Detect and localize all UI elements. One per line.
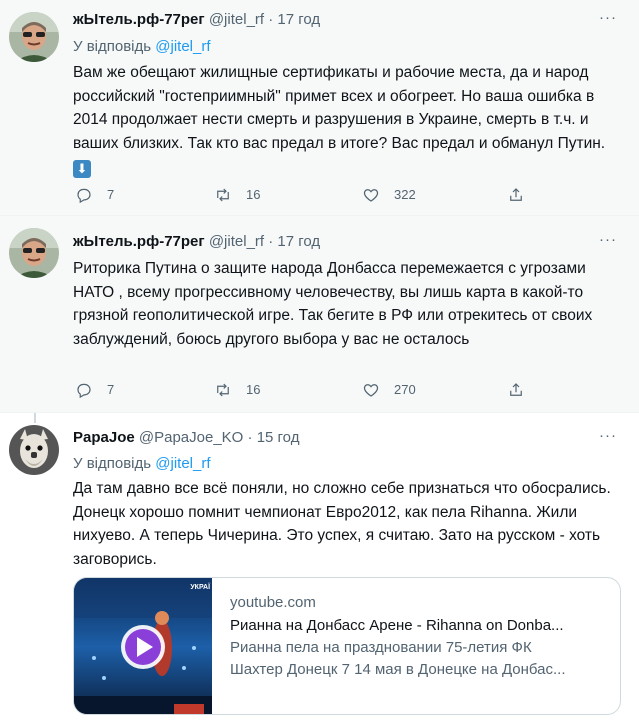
separator-dot: ·	[268, 233, 274, 250]
reply-button[interactable]: 7	[75, 185, 114, 205]
thread-connector-line	[34, 413, 36, 423]
reply-button[interactable]: 7	[75, 380, 114, 400]
reply-label: У відповідь	[73, 455, 152, 472]
card-description-line-2: Шахтер Донецк 7 14 мая в Донецке на Донб…	[230, 661, 566, 678]
share-icon	[510, 188, 522, 201]
reply-icon	[77, 188, 91, 204]
user-handle[interactable]: @PapaJoe_KO	[139, 429, 243, 446]
share-button[interactable]	[507, 380, 525, 400]
retweet-button[interactable]: 16	[214, 380, 260, 400]
tweet-actions: 7 16 270	[73, 380, 621, 400]
retweet-count: 16	[246, 187, 261, 202]
tweet-text: Да там давно все всё поняли, но сложно с…	[73, 480, 611, 568]
avatar[interactable]	[9, 12, 59, 62]
tweet-header: жЫтель.рф-77рег @jitel_rf · 17 год	[73, 232, 320, 252]
reply-context: У відповідь @jitel_rf	[73, 37, 211, 57]
user-handle[interactable]: @jitel_rf	[209, 11, 264, 28]
share-button[interactable]	[507, 185, 525, 205]
tweet-3[interactable]: PapaJoe @PapaJoe_KO · 15 год ··· У відпо…	[0, 413, 639, 725]
more-options-button[interactable]: ···	[599, 426, 617, 446]
video-thumbnail[interactable]: УКРАЇ	[74, 578, 212, 714]
avatar[interactable]	[9, 228, 59, 278]
reply-context: У відповідь @jitel_rf	[73, 454, 211, 474]
like-button[interactable]: 270	[362, 380, 416, 400]
tweet-header: PapaJoe @PapaJoe_KO · 15 год	[73, 428, 299, 448]
display-name[interactable]: жЫтель.рф-77рег	[73, 11, 205, 28]
card-title[interactable]: Рианна на Донбасс Арене - Rihanna on Don…	[230, 614, 612, 637]
reply-handle-link[interactable]: @jitel_rf	[155, 455, 210, 472]
reply-label: У відповідь	[73, 38, 152, 55]
link-preview-card[interactable]: УКРАЇ youtube.com Рианна на Донбасс Арен…	[73, 577, 621, 715]
timestamp[interactable]: 17 год	[277, 11, 320, 28]
tweet-text: Вам же обещают жилищные сертификаты и ра…	[73, 61, 621, 179]
heart-icon	[363, 384, 379, 397]
reply-icon	[77, 383, 91, 399]
tweet-text-content: Вам же обещают жилищные сертификаты и ра…	[73, 64, 606, 152]
card-domain: youtube.com	[230, 594, 316, 611]
card-description: Рианна пела на праздновании 75-летия ФК …	[230, 637, 612, 681]
like-button[interactable]: 322	[362, 185, 416, 205]
more-options-button[interactable]: ···	[599, 8, 617, 28]
tweet-1[interactable]: жЫтель.рф-77рег @jitel_rf · 17 год ··· У…	[0, 0, 639, 216]
timestamp[interactable]: 15 год	[257, 429, 300, 446]
reply-handle-link[interactable]: @jitel_rf	[155, 38, 210, 55]
avatar[interactable]	[9, 425, 59, 475]
timestamp[interactable]: 17 год	[277, 233, 320, 250]
down-arrow-emoji-icon: ⬇	[73, 160, 91, 178]
display-name[interactable]: жЫтель.рф-77рег	[73, 233, 205, 250]
more-options-button[interactable]: ···	[599, 230, 617, 250]
like-count: 270	[394, 382, 416, 397]
retweet-button[interactable]: 16	[214, 185, 260, 205]
tweet-2[interactable]: жЫтель.рф-77рег @jitel_rf · 17 год ··· Р…	[0, 216, 639, 413]
tweet-text: Риторика Путина о защите народа Донбасса…	[73, 260, 593, 348]
heart-icon	[363, 189, 379, 202]
tweet-header: жЫтель.рф-77рег @jitel_rf · 17 год	[73, 10, 320, 30]
retweet-count: 16	[246, 382, 261, 397]
retweet-icon	[217, 188, 229, 202]
user-handle[interactable]: @jitel_rf	[209, 233, 264, 250]
reply-count: 7	[107, 187, 115, 202]
display-name[interactable]: PapaJoe	[73, 429, 135, 446]
like-count: 322	[394, 187, 416, 202]
retweet-icon	[217, 383, 229, 397]
separator-dot: ·	[268, 11, 274, 28]
card-description-line-1: Рианна пела на праздновании 75-летия ФК	[230, 639, 532, 656]
reply-count: 7	[107, 382, 115, 397]
share-icon	[510, 383, 522, 396]
tweet-actions: 7 16 322	[73, 185, 621, 205]
separator-dot: ·	[247, 429, 253, 446]
link-preview-text: youtube.com Рианна на Донбасс Арене - Ri…	[230, 592, 612, 681]
thumbnail-caption: УКРАЇ	[190, 584, 210, 591]
